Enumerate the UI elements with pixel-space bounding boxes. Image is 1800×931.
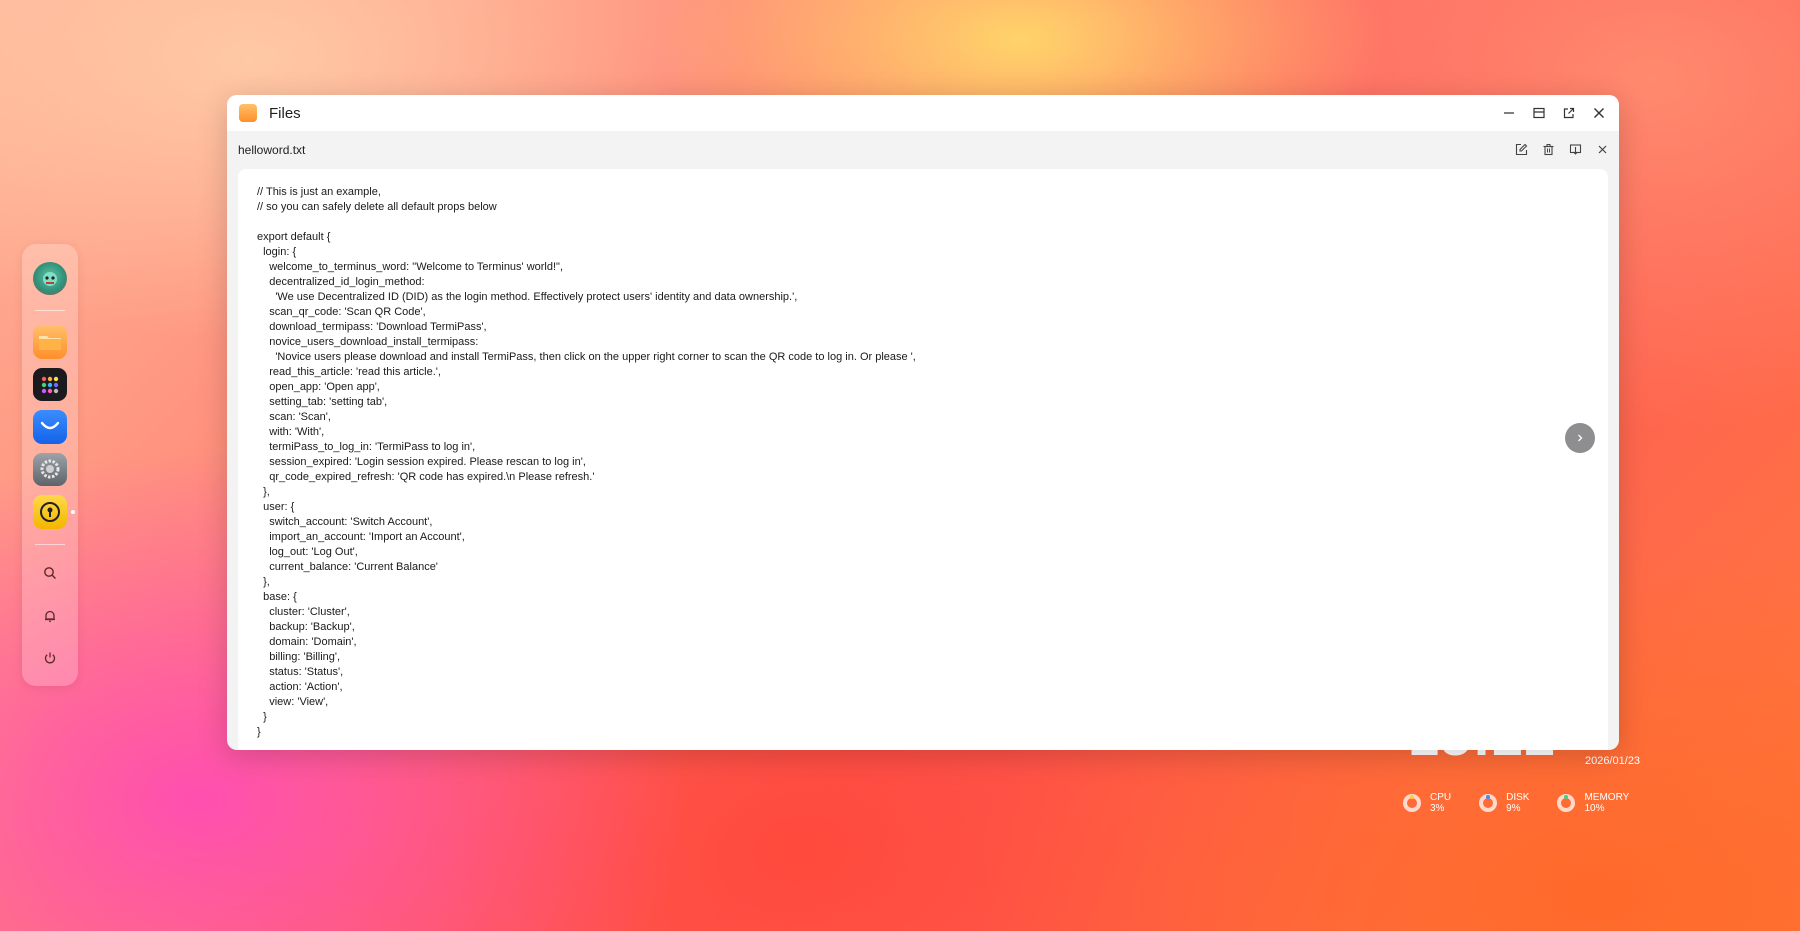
file-content-text: // This is just an example, // so you ca… <box>257 186 916 738</box>
cpu-label: CPU <box>1430 792 1452 803</box>
files-app-icon[interactable] <box>33 325 67 359</box>
edit-icon <box>1515 143 1527 155</box>
bell-icon <box>45 610 55 622</box>
file-actions <box>1513 141 1610 157</box>
edit-file-button[interactable] <box>1513 141 1529 157</box>
folder-icon <box>39 336 61 351</box>
external-link-icon <box>1563 107 1575 119</box>
memory-ring-icon <box>1557 794 1576 812</box>
maximize-icon <box>1533 107 1545 119</box>
cpu-stat: CPU 3% <box>1403 792 1451 814</box>
dock <box>22 244 78 686</box>
grid-icon <box>41 376 59 393</box>
smile-icon <box>40 421 60 430</box>
search-button[interactable] <box>35 559 65 589</box>
close-file-button[interactable] <box>1594 141 1610 157</box>
file-content-viewer[interactable]: // This is just an example, // so you ca… <box>238 169 1608 750</box>
memory-stat: MEMORY 10% <box>1557 792 1629 814</box>
minimize-button[interactable] <box>1499 103 1519 123</box>
disk-value: 9% <box>1506 803 1521 814</box>
cpu-ring-icon <box>1403 794 1421 812</box>
robot-icon <box>43 271 57 286</box>
avatar[interactable] <box>33 262 67 296</box>
close-window-button[interactable] <box>1589 103 1609 123</box>
settings-app-icon[interactable] <box>33 452 67 487</box>
delete-file-button[interactable] <box>1540 141 1556 157</box>
market-app-icon[interactable] <box>33 410 67 444</box>
download-icon <box>1569 143 1581 155</box>
vault-app-icon[interactable] <box>33 495 75 529</box>
trash-icon <box>1543 143 1553 155</box>
file-toolbar: helloword.txt <box>227 131 1619 169</box>
power-button[interactable] <box>35 644 65 674</box>
power-icon <box>44 652 56 664</box>
window-controls <box>1499 103 1609 123</box>
close-icon <box>1598 145 1606 153</box>
next-file-button[interactable] <box>1565 423 1595 453</box>
memory-label: MEMORY <box>1584 792 1630 803</box>
cpu-value: 3% <box>1430 803 1445 814</box>
minimize-icon <box>1504 112 1514 114</box>
dock-separator <box>35 543 65 545</box>
window-title: Files <box>269 104 301 122</box>
system-stats: CPU 3% DISK 9% MEMORY 10% <box>1403 792 1657 814</box>
disk-label: DISK <box>1506 792 1530 803</box>
window-titlebar[interactable]: Files <box>227 95 1619 131</box>
notifications-button[interactable] <box>35 601 65 631</box>
chevron-right-icon <box>1578 434 1583 442</box>
close-icon <box>1594 108 1604 118</box>
search-icon <box>44 567 56 580</box>
running-indicator <box>71 510 75 515</box>
dock-separator <box>35 310 65 312</box>
keyhole-icon <box>40 501 60 522</box>
disk-ring-icon <box>1479 794 1498 812</box>
file-name: helloword.txt <box>238 143 306 157</box>
memory-value: 10% <box>1584 803 1605 814</box>
launchpad-app-icon[interactable] <box>33 367 67 402</box>
gear-icon <box>40 459 60 479</box>
desktop-date: 2026/01/23 <box>1585 755 1641 767</box>
open-new-window-button[interactable] <box>1559 103 1579 123</box>
disk-stat: DISK 9% <box>1479 792 1529 814</box>
maximize-button[interactable] <box>1529 103 1549 123</box>
files-window-icon <box>239 104 257 122</box>
files-window: Files helloword.txt // This is just an e… <box>227 95 1619 750</box>
download-file-button[interactable] <box>1567 141 1583 157</box>
